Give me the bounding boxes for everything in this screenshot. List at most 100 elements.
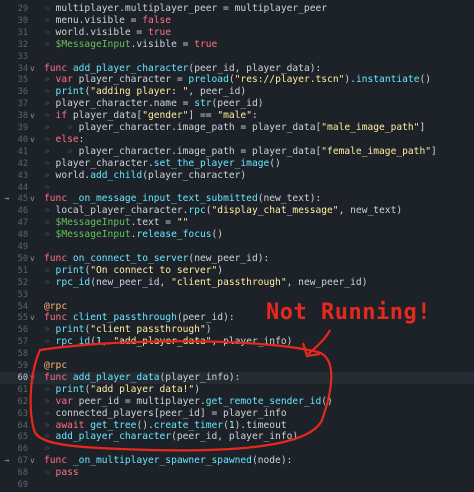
fold-chevron-icon[interactable]: v [30,134,38,147]
code-line[interactable]: 51 » print("On connect to server") [0,265,474,278]
code-token: $MessageInput [49,229,131,241]
line-number: 49 [17,242,28,252]
fold-chevron-icon[interactable]: v [30,455,38,468]
code-text: func _on_multiplayer_spawner_spawned(nod… [44,455,292,468]
code-token: (peer_id, player_data): [188,62,322,74]
line-number: 63 [17,408,28,419]
code-line[interactable]: 58 [0,348,474,361]
code-token: .visible = [130,38,195,50]
code-token: "add_player_data" [113,336,212,348]
code-line[interactable]: → 45 v func _on_message_input_text_submitte… [0,193,474,206]
code-line[interactable]: 40 v » else: [0,134,474,147]
code-text: » menu.visible = false [44,15,171,28]
code-line[interactable]: 42 » player_character.set_the_player_imag… [0,158,474,171]
code-line[interactable]: 52 » rpc_id(new_peer_id, "client_passthro… [0,277,474,290]
code-line[interactable]: 29 » multiplayer.multiplayer_peer = multi… [0,3,474,16]
code-line[interactable]: 38 v » if player_data["gender"] == "male": [0,110,474,123]
code-text: » $MessageInput.release_focus() [44,229,223,242]
code-text: func add_player_data(player_info): [44,372,240,385]
code-line[interactable]: 31 » world.visible = true [0,27,474,40]
code-text: » await get_tree().create_timer(1).timeo… [44,420,287,433]
code-line[interactable]: 62 » var peer_id = multiplayer.get_remote… [0,396,474,409]
code-line[interactable]: 61 » print("add player data!") [0,384,474,397]
code-line[interactable]: 46 » local_player_character.rpc("display_… [0,205,474,218]
code-text: » player_character.name = str(peer_id) [44,98,264,111]
code-line[interactable]: 49 [0,241,474,254]
code-token: "female_image_path" [321,145,432,157]
fold-chevron-icon[interactable]: v [30,312,38,325]
code-line[interactable]: 41 » » player_character.image_path = play… [0,146,474,159]
code-token: () [321,395,333,407]
signal-connection-icon[interactable]: → [4,193,14,206]
tab-indent-marker: » [49,122,73,133]
code-token: peer_id = multiplayer. [72,395,206,407]
code-token: local_player_character. [49,205,189,217]
code-line[interactable]: 57 » rpc_id(1, "add_player_data", player_… [0,336,474,349]
code-line[interactable]: 44 » [0,182,474,195]
code-token: "client passthrough" [90,324,206,336]
code-line[interactable]: 35 » var player_character = preload("res:… [0,74,474,87]
code-token: create_timer [153,419,224,431]
code-text: » add_player_character(peer_id, player_i… [44,431,298,444]
code-line[interactable]: 59 @rpc [0,360,474,373]
code-text: » $MessageInput.visible = true [44,39,217,52]
code-editor[interactable]: 29 » multiplayer.multiplayer_peer = multi… [0,0,474,490]
code-text: » [44,182,50,195]
code-text: » connected_players[peer_id] = player_in… [44,408,287,421]
code-line[interactable]: 43 » world.add_child(player_character) [0,170,474,183]
line-number: 40 [17,134,28,145]
code-line[interactable]: 50 v func on_connect_to_server(new_peer_id… [0,253,474,266]
code-text: func client_passthrough(peer_id): [44,312,235,325]
code-token: rpc [188,205,206,217]
code-text: » if player_data["gender"] == "male": [44,110,258,123]
code-token: (new_peer_id): [188,252,270,264]
tab-indent-marker: » [49,145,73,157]
code-line[interactable]: 48 » $MessageInput.release_focus() [0,229,474,242]
line-number: 31 [17,27,28,38]
code-token: ) [194,383,200,395]
code-token: player_character = [72,74,189,86]
code-line[interactable]: 60 v func add_player_data(player_info): [0,371,474,385]
code-line[interactable]: 30 » menu.visible = false [0,15,474,28]
code-line[interactable]: 32 » $MessageInput.visible = true [0,39,474,52]
code-token: print [49,324,85,336]
code-token: world. [49,169,91,181]
fold-chevron-icon[interactable]: v [30,63,38,76]
code-line[interactable]: 64 » await get_tree().create_timer(1).tim… [0,420,474,433]
code-line[interactable]: 65 » add_player_character(peer_id, player… [0,431,474,444]
fold-chevron-icon[interactable]: v [30,110,38,123]
code-line[interactable]: 66 » [0,443,474,456]
code-token: : [251,110,258,122]
fold-chevron-icon[interactable]: v [30,372,38,385]
code-token: ] [431,145,437,157]
code-token: ). [344,74,356,86]
code-text: @rpc [44,360,67,373]
code-line[interactable]: 36 » print("adding player: ", peer_id) [0,86,474,99]
line-number: 55 [17,313,28,324]
code-token: true [194,38,218,50]
code-text: » print("client passthrough") [44,324,212,337]
code-token: ) [217,264,224,276]
code-token: print [49,264,85,276]
code-token: @rpc [44,300,68,312]
code-line[interactable]: 56 » print("client passthrough") [0,324,474,337]
code-line[interactable]: 39 » » player_character.image_path = play… [0,122,474,135]
code-line[interactable]: 34 v func add_player_character(peer_id, pl… [0,63,474,76]
code-text: » world.visible = true [44,27,171,40]
fold-chevron-icon[interactable]: v [30,193,38,206]
code-line[interactable]: 47 » $MessageInput.text = "" [0,217,474,230]
line-number: 65 [17,432,28,443]
code-token: ] == [188,110,218,122]
code-token: "client_passthrough" [171,276,287,288]
code-line[interactable]: → 67 v func _on_multiplayer_spawner_spawned… [0,455,474,468]
code-line[interactable]: 68 » pass [0,467,474,480]
code-line[interactable]: 63 » connected_players[peer_id] = player_… [0,408,474,421]
code-token: (player_character) [142,169,247,181]
code-line[interactable]: 69 [0,479,474,492]
signal-connection-icon[interactable]: → [4,455,14,468]
code-line[interactable]: 33 [0,51,474,64]
fold-chevron-icon[interactable]: v [30,253,38,266]
code-token: print [49,86,85,98]
code-line[interactable]: 37 » player_character.name = str(peer_id) [0,98,474,111]
code-token: else [49,133,79,145]
